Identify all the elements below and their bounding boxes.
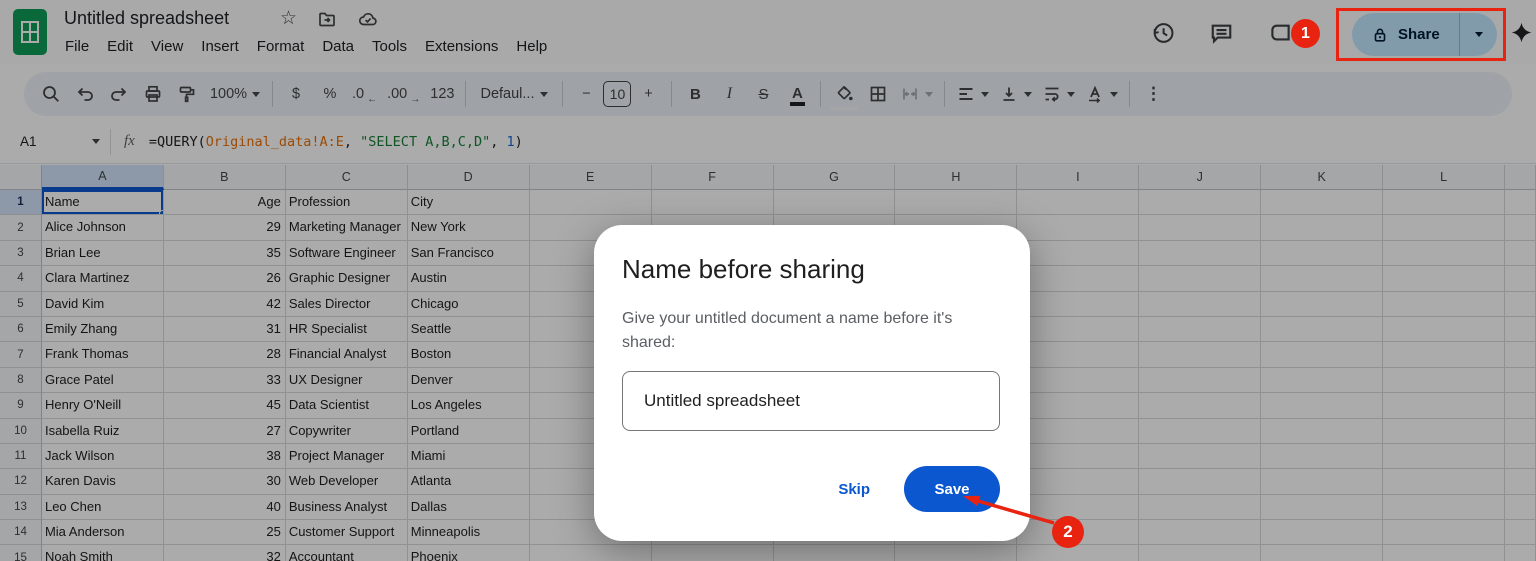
document-name-input[interactable] bbox=[622, 371, 1000, 431]
google-sheets-app: Untitled spreadsheet ☆ File Edit View Inser… bbox=[0, 0, 1536, 561]
save-button[interactable]: Save bbox=[904, 466, 1000, 512]
dialog-body-text: Give your untitled document a name befor… bbox=[622, 310, 953, 351]
name-before-sharing-dialog: Name before sharing Give your untitled d… bbox=[594, 225, 1030, 541]
dialog-actions: Skip Save bbox=[838, 466, 1000, 512]
dialog-title: Name before sharing bbox=[622, 254, 865, 284]
skip-button[interactable]: Skip bbox=[838, 481, 870, 498]
